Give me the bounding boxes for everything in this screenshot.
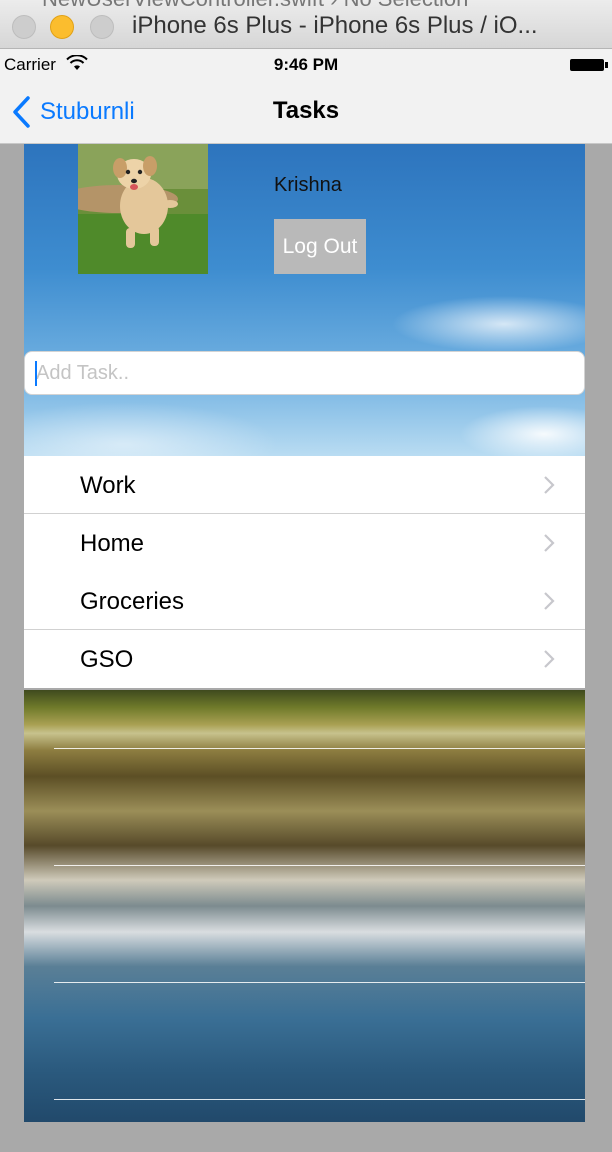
battery-icon (570, 59, 604, 71)
task-list-item-groceries[interactable]: Groceries (24, 572, 585, 630)
text-cursor (35, 361, 37, 386)
task-list: Work Home Groceries GSO (24, 456, 585, 688)
task-list-item-gso[interactable]: GSO (24, 630, 585, 688)
empty-row-separator (54, 748, 585, 749)
zoom-window-button[interactable] (90, 15, 114, 39)
page-title: Tasks (272, 97, 340, 124)
task-list-item-home[interactable]: Home (24, 514, 585, 572)
chevron-right-icon (544, 476, 555, 494)
chevron-right-icon (544, 534, 555, 552)
navigation-bar: Stuburnli Tasks (0, 81, 612, 144)
avatar (78, 144, 208, 274)
background-window-title: NewUserViewController.swift › No Selecti… (42, 0, 468, 12)
window-title: iPhone 6s Plus - iPhone 6s Plus / iO... (132, 12, 538, 39)
list-item-label: Home (80, 530, 145, 557)
list-item-label: Work (80, 472, 136, 499)
tasks-screen: Krishna Log Out Work Home Groceries GSO (24, 144, 585, 1122)
empty-row-separator (54, 1099, 585, 1100)
empty-row-separator (54, 865, 585, 866)
list-item-label: Groceries (80, 588, 185, 615)
lake-background-image (24, 690, 585, 1122)
add-task-input[interactable] (24, 351, 585, 395)
task-list-item-work[interactable]: Work (24, 456, 585, 514)
status-bar: Carrier 9:46 PM (0, 49, 612, 81)
status-time: 9:46 PM (273, 55, 339, 74)
minimize-window-button[interactable] (50, 15, 74, 39)
battery-tip (605, 62, 608, 68)
user-name: Krishna (274, 174, 342, 196)
simulator-titlebar: NewUserViewController.swift › No Selecti… (0, 0, 612, 49)
close-window-button[interactable] (12, 15, 36, 39)
chevron-right-icon (544, 650, 555, 668)
empty-row-separator (54, 982, 585, 983)
list-item-label: GSO (80, 646, 134, 673)
chevron-right-icon (544, 592, 555, 610)
dog-photo-icon (78, 144, 208, 274)
logout-button[interactable]: Log Out (274, 219, 366, 274)
